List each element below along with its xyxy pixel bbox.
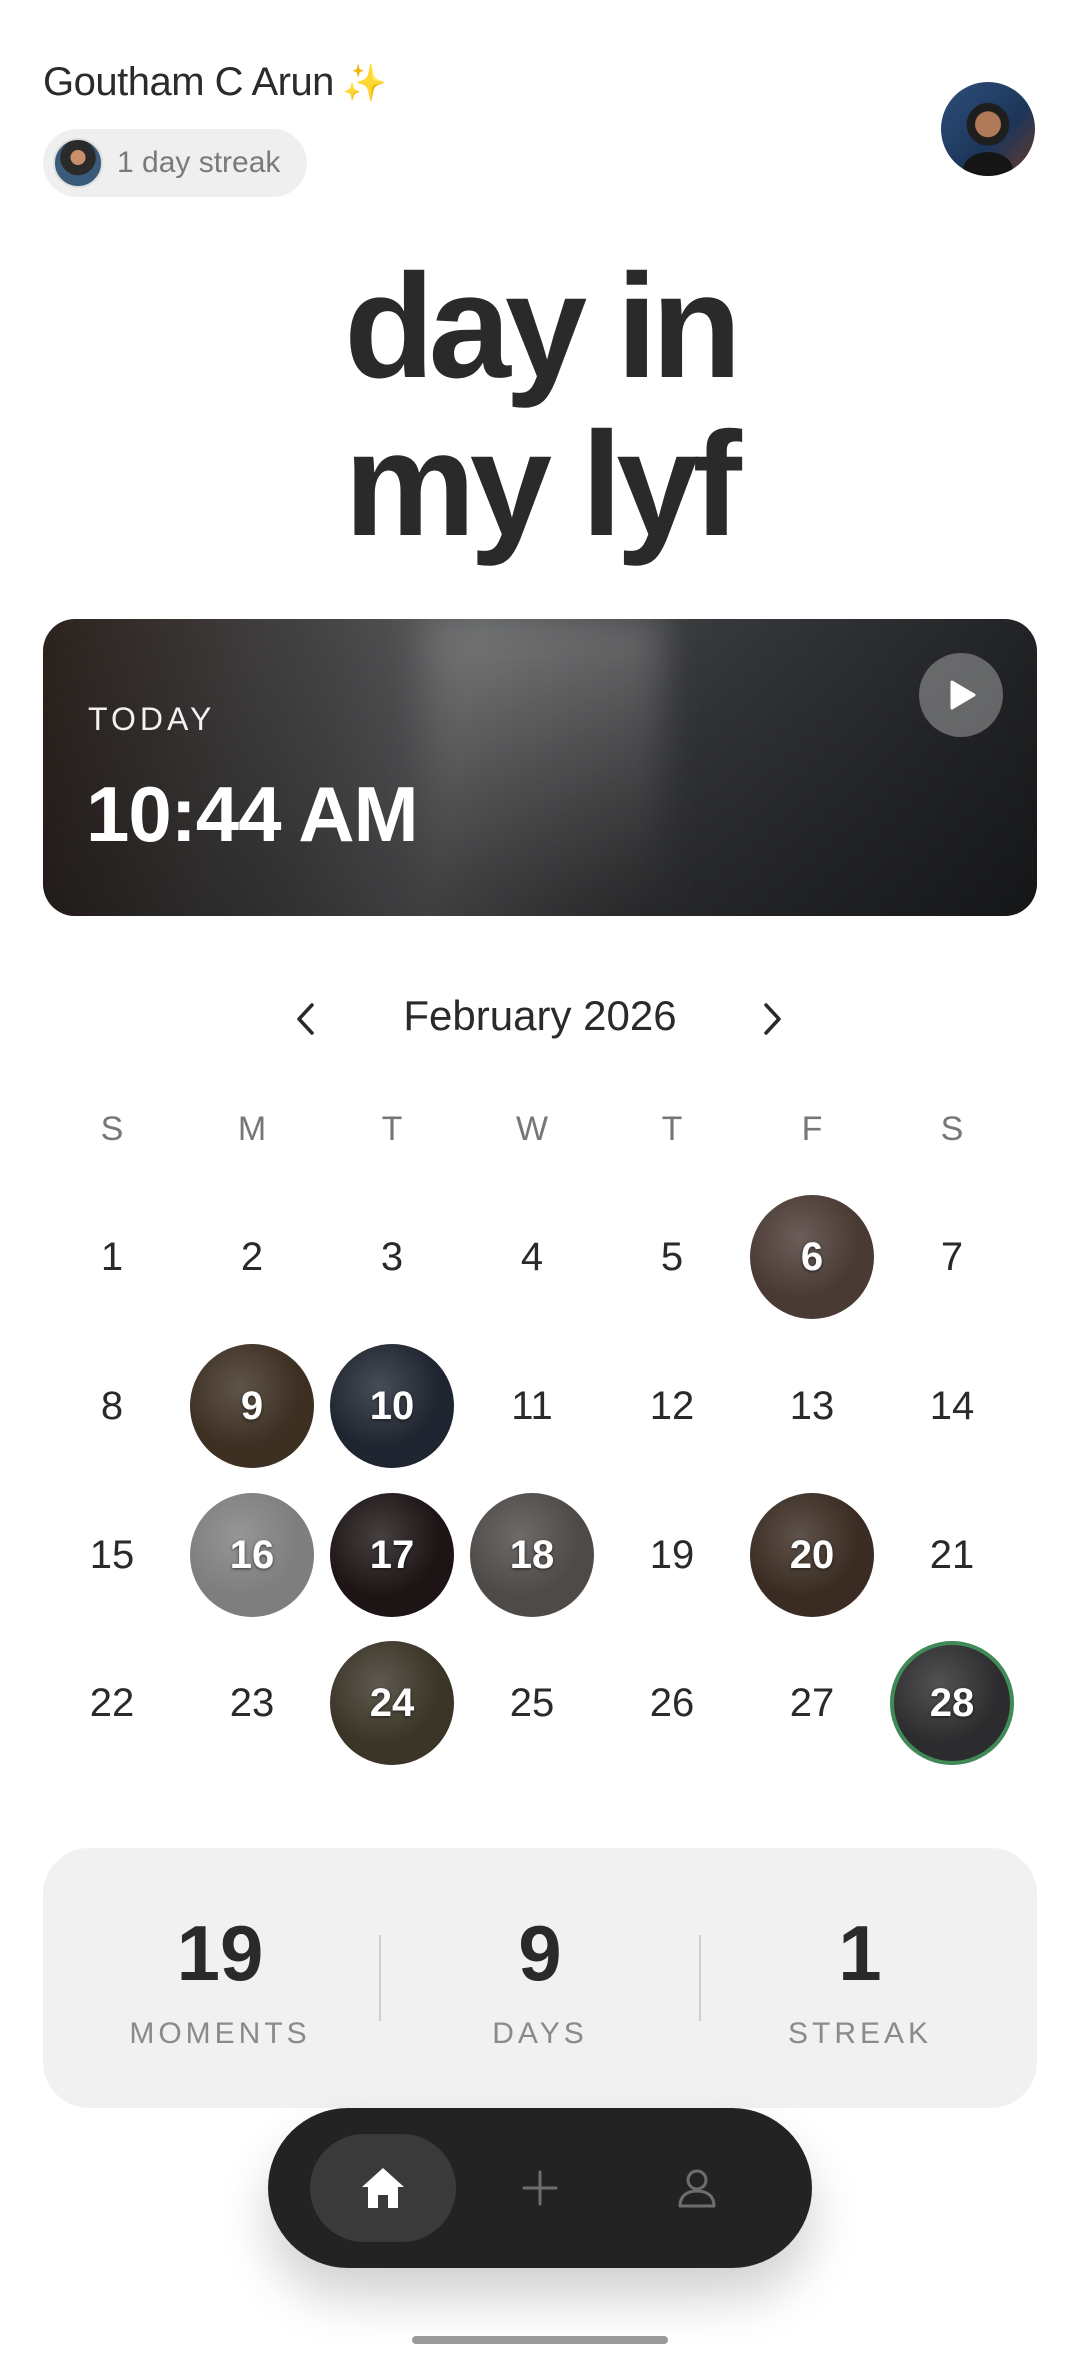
play-icon bbox=[950, 680, 976, 710]
calendar-day-with-moment[interactable]: 16 bbox=[190, 1493, 314, 1617]
home-icon bbox=[362, 2168, 404, 2208]
user-name-text: Goutham C Arun bbox=[43, 60, 334, 104]
month-navigation: February 2026 bbox=[0, 984, 1080, 1054]
user-name: Goutham C Arun ✨ bbox=[43, 60, 387, 105]
today-time: 10:44 AM bbox=[86, 770, 419, 858]
hero-title-line-1: day in bbox=[344, 244, 742, 409]
home-indicator[interactable] bbox=[412, 2336, 668, 2344]
calendar-day[interactable]: 1 bbox=[50, 1195, 174, 1319]
tab-home[interactable] bbox=[310, 2134, 456, 2242]
profile-avatar[interactable] bbox=[941, 82, 1035, 176]
calendar-day-with-moment[interactable]: 18 bbox=[470, 1493, 594, 1617]
streak-label: 1 day streak bbox=[117, 146, 281, 179]
today-video-card[interactable]: TODAY 10:44 AM bbox=[43, 619, 1037, 916]
weekday-label: T bbox=[381, 1110, 403, 1148]
streak-avatar bbox=[53, 138, 103, 188]
profile-icon bbox=[678, 2169, 716, 2208]
streak-pill[interactable]: 1 day streak bbox=[43, 129, 307, 197]
chevron-left-icon bbox=[297, 1003, 314, 1035]
month-title: February 2026 bbox=[403, 992, 677, 1039]
calendar-day[interactable]: 27 bbox=[750, 1641, 874, 1765]
weekday-label: F bbox=[801, 1110, 823, 1148]
calendar-day[interactable]: 15 bbox=[50, 1493, 174, 1617]
next-month-button[interactable] bbox=[753, 994, 793, 1044]
calendar-day-with-moment[interactable]: 6 bbox=[750, 1195, 874, 1319]
play-button[interactable] bbox=[919, 653, 1003, 737]
calendar-day[interactable]: 5 bbox=[610, 1195, 734, 1319]
calendar-day[interactable]: 3 bbox=[330, 1195, 454, 1319]
calendar-day[interactable]: 13 bbox=[750, 1344, 874, 1468]
stat-days: 9 DAYS bbox=[390, 1908, 690, 2051]
calendar-day-with-moment[interactable]: 24 bbox=[330, 1641, 454, 1765]
stat-moments: 19 MOMENTS bbox=[70, 1908, 370, 2051]
weekday-label: S bbox=[940, 1110, 964, 1148]
stat-label: MOMENTS bbox=[129, 2017, 311, 2050]
previous-month-button[interactable] bbox=[285, 994, 325, 1044]
calendar-day[interactable]: 14 bbox=[890, 1344, 1014, 1468]
stat-value: 9 bbox=[518, 1909, 562, 1997]
weekday-label: M bbox=[237, 1110, 267, 1148]
calendar-day-with-moment[interactable]: 17 bbox=[330, 1493, 454, 1617]
calendar-day[interactable]: 22 bbox=[50, 1641, 174, 1765]
weekday-label: T bbox=[661, 1110, 683, 1148]
weekday-label: S bbox=[100, 1110, 124, 1148]
hero-title-line-2: my lyf bbox=[344, 402, 742, 567]
plus-icon bbox=[522, 2170, 558, 2206]
tab-profile[interactable] bbox=[624, 2134, 770, 2242]
calendar-day[interactable]: 7 bbox=[890, 1195, 1014, 1319]
calendar-day-with-moment[interactable]: 20 bbox=[750, 1493, 874, 1617]
sparkles-icon: ✨ bbox=[341, 61, 387, 103]
calendar-day[interactable]: 25 bbox=[470, 1641, 594, 1765]
stat-streak: 1 STREAK bbox=[710, 1908, 1010, 2051]
chevron-right-icon bbox=[764, 1003, 781, 1035]
bottom-tab-bar bbox=[268, 2108, 812, 2268]
calendar-day[interactable]: 26 bbox=[610, 1641, 734, 1765]
stat-label: STREAK bbox=[787, 2017, 933, 2050]
stat-divider bbox=[699, 1935, 701, 2021]
stat-value: 19 bbox=[176, 1909, 264, 1997]
calendar-day[interactable]: 2 bbox=[190, 1195, 314, 1319]
calendar-day[interactable]: 12 bbox=[610, 1344, 734, 1468]
stats-card: 19 MOMENTS 9 DAYS 1 STREAK bbox=[43, 1848, 1037, 2108]
calendar-day[interactable]: 21 bbox=[890, 1493, 1014, 1617]
header: Goutham C Arun ✨ 1 day streak bbox=[43, 60, 387, 197]
stat-value: 1 bbox=[838, 1909, 882, 1997]
calendar-day-with-moment[interactable]: 9 bbox=[190, 1344, 314, 1468]
calendar-day-with-moment[interactable]: 28 bbox=[890, 1641, 1014, 1765]
weekday-label: W bbox=[515, 1110, 549, 1148]
today-label: TODAY bbox=[88, 701, 216, 737]
calendar-day[interactable]: 4 bbox=[470, 1195, 594, 1319]
tab-add[interactable] bbox=[467, 2134, 613, 2242]
weekday-header: SMTWTFS bbox=[0, 1110, 1080, 1160]
calendar-day[interactable]: 11 bbox=[470, 1344, 594, 1468]
calendar-day[interactable]: 8 bbox=[50, 1344, 174, 1468]
calendar-day[interactable]: 23 bbox=[190, 1641, 314, 1765]
stat-divider bbox=[379, 1935, 381, 2021]
calendar-day[interactable]: 19 bbox=[610, 1493, 734, 1617]
calendar-day-with-moment[interactable]: 10 bbox=[330, 1344, 454, 1468]
hero-title: day in my lyf bbox=[0, 248, 1080, 564]
stat-label: DAYS bbox=[492, 2017, 588, 2050]
